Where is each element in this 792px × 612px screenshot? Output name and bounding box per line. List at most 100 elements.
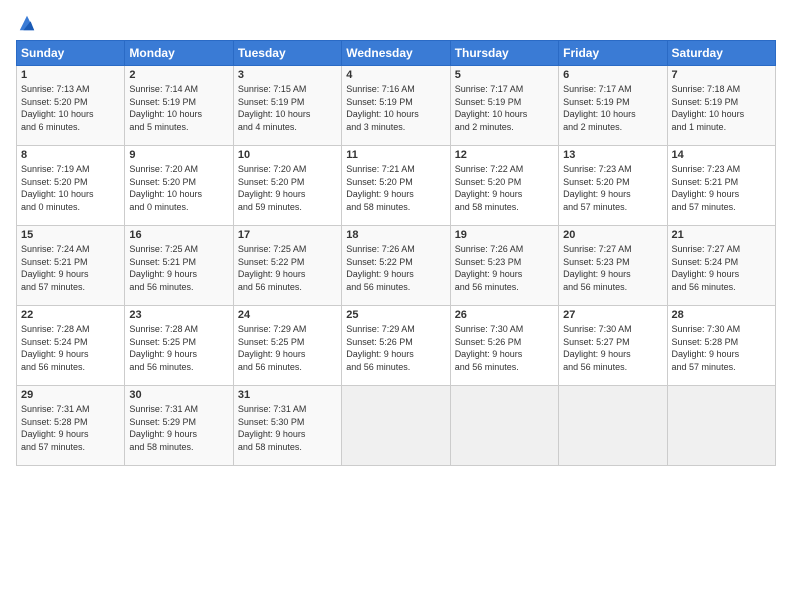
- calendar-cell: [342, 386, 450, 466]
- cell-info: Sunrise: 7:29 AM Sunset: 5:26 PM Dayligh…: [346, 323, 445, 373]
- calendar-cell: 8 Sunrise: 7:19 AM Sunset: 5:20 PM Daylig…: [17, 146, 125, 226]
- day-number: 9: [129, 149, 228, 161]
- cell-info: Sunrise: 7:17 AM Sunset: 5:19 PM Dayligh…: [563, 83, 662, 133]
- header: [16, 14, 776, 32]
- day-number: 15: [21, 229, 120, 241]
- day-number: 13: [563, 149, 662, 161]
- calendar-cell: 3 Sunrise: 7:15 AM Sunset: 5:19 PM Daylig…: [233, 66, 341, 146]
- calendar-cell: 20Sunrise: 7:27 AM Sunset: 5:23 PM Dayli…: [559, 226, 667, 306]
- day-number: 7: [672, 69, 771, 81]
- calendar-cell: [667, 386, 775, 466]
- cell-info: Sunrise: 7:25 AM Sunset: 5:21 PM Dayligh…: [129, 243, 228, 293]
- day-number: 6: [563, 69, 662, 81]
- cell-info: Sunrise: 7:18 AM Sunset: 5:19 PM Dayligh…: [672, 83, 771, 133]
- weekday-header: Tuesday: [233, 41, 341, 66]
- calendar-cell: 31 Sunrise: 7:31 AM Sunset: 5:30 PM Dayli…: [233, 386, 341, 466]
- cell-info: Sunrise: 7:31 AM Sunset: 5:28 PM Dayligh…: [21, 403, 120, 453]
- calendar-cell: 10 Sunrise: 7:20 AM Sunset: 5:20 PM Dayli…: [233, 146, 341, 226]
- calendar-cell: 6 Sunrise: 7:17 AM Sunset: 5:19 PM Daylig…: [559, 66, 667, 146]
- calendar-cell: 26 Sunrise: 7:30 AM Sunset: 5:26 PM Dayli…: [450, 306, 558, 386]
- cell-info: Sunrise: 7:24 AM Sunset: 5:21 PM Dayligh…: [21, 243, 120, 293]
- cell-info: Sunrise: 7:23 AM Sunset: 5:21 PM Dayligh…: [672, 163, 771, 213]
- logo: [16, 14, 36, 32]
- day-number: 23: [129, 309, 228, 321]
- day-number: 4: [346, 69, 445, 81]
- calendar-week-row: 1 Sunrise: 7:13 AM Sunset: 5:20 PM Daylig…: [17, 66, 776, 146]
- calendar-cell: 30 Sunrise: 7:31 AM Sunset: 5:29 PM Dayli…: [125, 386, 233, 466]
- day-number: 1: [21, 69, 120, 81]
- calendar-cell: 12 Sunrise: 7:22 AM Sunset: 5:20 PM Dayli…: [450, 146, 558, 226]
- day-number: 28: [672, 309, 771, 321]
- day-number: 3: [238, 69, 337, 81]
- calendar-cell: 18Sunrise: 7:26 AM Sunset: 5:22 PM Dayli…: [342, 226, 450, 306]
- calendar-cell: 15 Sunrise: 7:24 AM Sunset: 5:21 PM Dayli…: [17, 226, 125, 306]
- day-number: 12: [455, 149, 554, 161]
- logo-text: [16, 14, 36, 32]
- calendar-week-row: 8 Sunrise: 7:19 AM Sunset: 5:20 PM Daylig…: [17, 146, 776, 226]
- weekday-header: Sunday: [17, 41, 125, 66]
- weekday-header: Thursday: [450, 41, 558, 66]
- cell-info: Sunrise: 7:30 AM Sunset: 5:27 PM Dayligh…: [563, 323, 662, 373]
- cell-info: Sunrise: 7:19 AM Sunset: 5:20 PM Dayligh…: [21, 163, 120, 213]
- calendar-cell: 24 Sunrise: 7:29 AM Sunset: 5:25 PM Dayli…: [233, 306, 341, 386]
- day-number: 29: [21, 389, 120, 401]
- calendar-cell: 7 Sunrise: 7:18 AM Sunset: 5:19 PM Daylig…: [667, 66, 775, 146]
- weekday-header: Wednesday: [342, 41, 450, 66]
- day-number: 27: [563, 309, 662, 321]
- day-number: 25: [346, 309, 445, 321]
- page: SundayMondayTuesdayWednesdayThursdayFrid…: [0, 0, 792, 612]
- cell-info: Sunrise: 7:22 AM Sunset: 5:20 PM Dayligh…: [455, 163, 554, 213]
- day-number: 5: [455, 69, 554, 81]
- cell-info: Sunrise: 7:29 AM Sunset: 5:25 PM Dayligh…: [238, 323, 337, 373]
- calendar-cell: 11Sunrise: 7:21 AM Sunset: 5:20 PM Dayli…: [342, 146, 450, 226]
- day-number: 16: [129, 229, 228, 241]
- day-number: 14: [672, 149, 771, 161]
- calendar-cell: 14 Sunrise: 7:23 AM Sunset: 5:21 PM Dayli…: [667, 146, 775, 226]
- calendar-cell: 4 Sunrise: 7:16 AM Sunset: 5:19 PM Daylig…: [342, 66, 450, 146]
- day-number: 19: [455, 229, 554, 241]
- cell-info: Sunrise: 7:25 AM Sunset: 5:22 PM Dayligh…: [238, 243, 337, 293]
- cell-info: Sunrise: 7:23 AM Sunset: 5:20 PM Dayligh…: [563, 163, 662, 213]
- calendar-week-row: 22 Sunrise: 7:28 AM Sunset: 5:24 PM Dayli…: [17, 306, 776, 386]
- calendar-cell: 19 Sunrise: 7:26 AM Sunset: 5:23 PM Dayli…: [450, 226, 558, 306]
- calendar-table: SundayMondayTuesdayWednesdayThursdayFrid…: [16, 40, 776, 466]
- day-number: 21: [672, 229, 771, 241]
- cell-info: Sunrise: 7:30 AM Sunset: 5:28 PM Dayligh…: [672, 323, 771, 373]
- cell-info: Sunrise: 7:16 AM Sunset: 5:19 PM Dayligh…: [346, 83, 445, 133]
- cell-info: Sunrise: 7:13 AM Sunset: 5:20 PM Dayligh…: [21, 83, 120, 133]
- cell-info: Sunrise: 7:28 AM Sunset: 5:24 PM Dayligh…: [21, 323, 120, 373]
- day-number: 22: [21, 309, 120, 321]
- calendar-cell: 23 Sunrise: 7:28 AM Sunset: 5:25 PM Dayli…: [125, 306, 233, 386]
- calendar-cell: 25 Sunrise: 7:29 AM Sunset: 5:26 PM Dayli…: [342, 306, 450, 386]
- calendar-cell: 9Sunrise: 7:20 AM Sunset: 5:20 PM Daylig…: [125, 146, 233, 226]
- cell-info: Sunrise: 7:21 AM Sunset: 5:20 PM Dayligh…: [346, 163, 445, 213]
- cell-info: Sunrise: 7:15 AM Sunset: 5:19 PM Dayligh…: [238, 83, 337, 133]
- day-number: 30: [129, 389, 228, 401]
- calendar-cell: 17 Sunrise: 7:25 AM Sunset: 5:22 PM Dayli…: [233, 226, 341, 306]
- day-number: 24: [238, 309, 337, 321]
- calendar-cell: 29 Sunrise: 7:31 AM Sunset: 5:28 PM Dayli…: [17, 386, 125, 466]
- cell-info: Sunrise: 7:27 AM Sunset: 5:24 PM Dayligh…: [672, 243, 771, 293]
- day-number: 8: [21, 149, 120, 161]
- cell-info: Sunrise: 7:28 AM Sunset: 5:25 PM Dayligh…: [129, 323, 228, 373]
- cell-info: Sunrise: 7:26 AM Sunset: 5:23 PM Dayligh…: [455, 243, 554, 293]
- calendar-cell: [559, 386, 667, 466]
- calendar-cell: 2Sunrise: 7:14 AM Sunset: 5:19 PM Daylig…: [125, 66, 233, 146]
- cell-info: Sunrise: 7:20 AM Sunset: 5:20 PM Dayligh…: [238, 163, 337, 213]
- cell-info: Sunrise: 7:31 AM Sunset: 5:30 PM Dayligh…: [238, 403, 337, 453]
- day-number: 26: [455, 309, 554, 321]
- day-number: 2: [129, 69, 228, 81]
- calendar-cell: [450, 386, 558, 466]
- calendar-cell: 22 Sunrise: 7:28 AM Sunset: 5:24 PM Dayli…: [17, 306, 125, 386]
- weekday-header: Monday: [125, 41, 233, 66]
- calendar-week-row: 15 Sunrise: 7:24 AM Sunset: 5:21 PM Dayli…: [17, 226, 776, 306]
- calendar-cell: 1 Sunrise: 7:13 AM Sunset: 5:20 PM Daylig…: [17, 66, 125, 146]
- cell-info: Sunrise: 7:30 AM Sunset: 5:26 PM Dayligh…: [455, 323, 554, 373]
- cell-info: Sunrise: 7:31 AM Sunset: 5:29 PM Dayligh…: [129, 403, 228, 453]
- calendar-cell: 21 Sunrise: 7:27 AM Sunset: 5:24 PM Dayli…: [667, 226, 775, 306]
- day-number: 31: [238, 389, 337, 401]
- weekday-header: Saturday: [667, 41, 775, 66]
- day-number: 17: [238, 229, 337, 241]
- calendar-cell: 5Sunrise: 7:17 AM Sunset: 5:19 PM Daylig…: [450, 66, 558, 146]
- day-number: 10: [238, 149, 337, 161]
